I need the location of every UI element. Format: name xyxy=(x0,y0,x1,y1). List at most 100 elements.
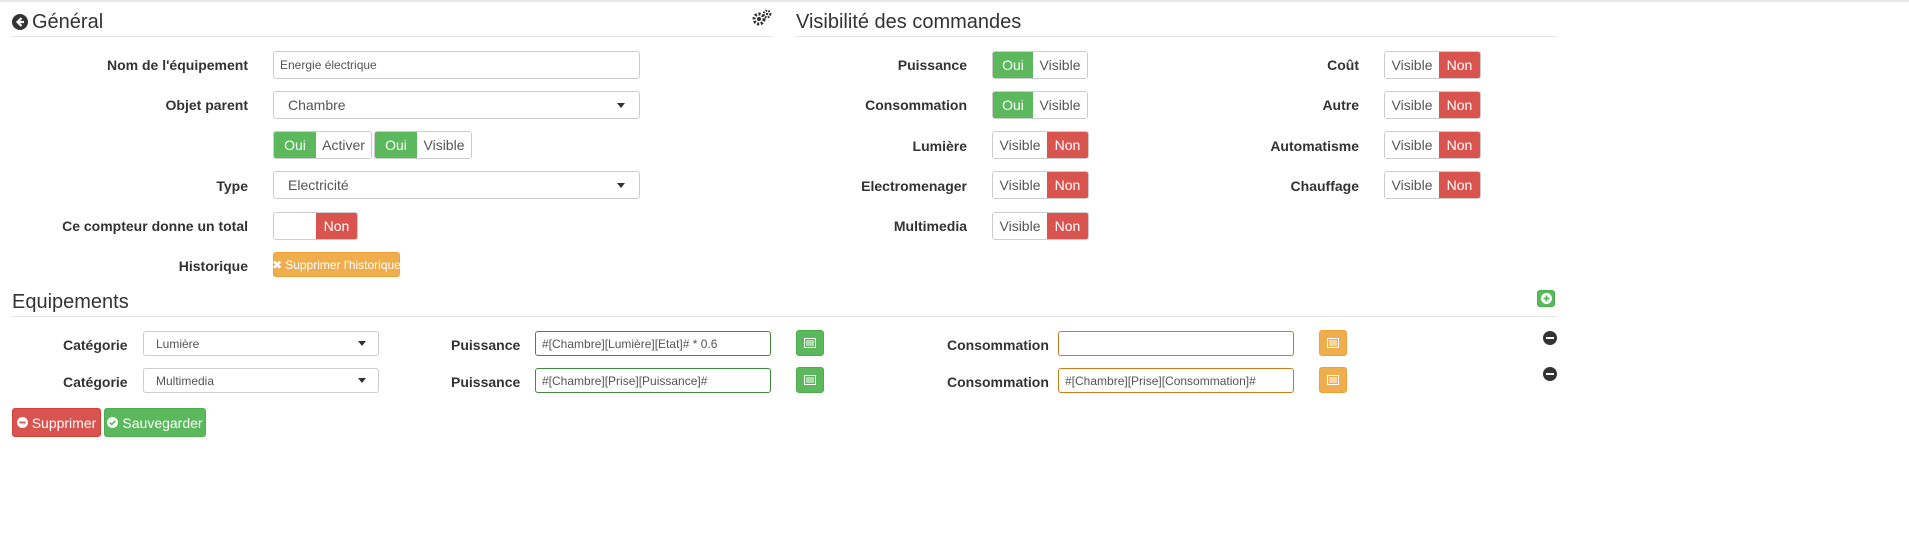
visibilite-divider xyxy=(796,36,1556,37)
row2-puissance-input[interactable]: #[Chambre][Prise][Puissance]# xyxy=(535,368,771,393)
list-alt-icon xyxy=(804,375,816,385)
row2-categorie-label: Catégorie xyxy=(63,374,128,390)
vis-cout-toggle[interactable]: Visible Non xyxy=(1384,51,1481,79)
row2-conso-label: Consommation xyxy=(947,374,1049,390)
row2-conso-list-button[interactable] xyxy=(1319,367,1347,393)
row2-puissance-label: Puissance xyxy=(451,374,521,390)
vis-lumiere-label: Lumière xyxy=(912,138,967,154)
vis-consommation-on[interactable]: Oui xyxy=(993,92,1033,118)
historique-label: Historique xyxy=(178,258,248,274)
vis-autre-visible[interactable]: Visible xyxy=(1385,92,1439,118)
vis-autre-toggle[interactable]: Visible Non xyxy=(1384,91,1481,119)
vis-multimedia-toggle[interactable]: Visible Non xyxy=(992,212,1089,240)
sauvegarder-label: Sauvegarder xyxy=(122,414,203,431)
sauvegarder-button[interactable]: Sauvegarder xyxy=(104,408,206,437)
compteur-off[interactable]: Non xyxy=(316,213,357,239)
caret-down-icon xyxy=(358,341,366,346)
type-select[interactable]: Electricité xyxy=(273,171,640,199)
top-border xyxy=(0,0,1909,2)
compteur-label: Ce compteur donne un total xyxy=(62,218,248,234)
caret-down-icon xyxy=(358,378,366,383)
row2-conso-input[interactable]: #[Chambre][Prise][Consommation]# xyxy=(1058,368,1294,393)
row2-puissance-list-button[interactable] xyxy=(796,367,824,393)
vis-puissance-toggle[interactable]: Oui Visible xyxy=(992,51,1088,79)
list-alt-icon xyxy=(1327,375,1339,385)
row2-categorie-select[interactable]: Multimedia xyxy=(143,368,379,393)
general-divider xyxy=(12,36,772,37)
nom-input[interactable]: Energie électrique xyxy=(273,51,640,79)
gears-icon[interactable] xyxy=(752,9,772,30)
supprimer-historique-label: Supprimer l'historique xyxy=(285,257,401,272)
vis-electromenager-visible[interactable]: Visible xyxy=(993,172,1047,198)
vis-automatisme-toggle[interactable]: Visible Non xyxy=(1384,131,1481,159)
supprimer-button[interactable]: Supprimer xyxy=(12,408,101,437)
visible-label[interactable]: Visible xyxy=(417,132,471,158)
row1-puissance-list-button[interactable] xyxy=(796,330,824,356)
row2-categorie-value: Multimedia xyxy=(156,373,215,388)
visible-on[interactable]: Oui xyxy=(375,132,417,158)
vis-cout-visible[interactable]: Visible xyxy=(1385,52,1439,78)
objet-select[interactable]: Chambre xyxy=(273,91,640,119)
add-equipement-button[interactable] xyxy=(1537,290,1555,307)
vis-chauffage-visible[interactable]: Visible xyxy=(1385,172,1439,198)
row1-categorie-select[interactable]: Lumière xyxy=(143,331,379,356)
vis-lumiere-visible[interactable]: Visible xyxy=(993,132,1047,158)
equipements-divider xyxy=(12,316,1556,317)
visibilite-header: Visibilité des commandes xyxy=(796,10,1021,34)
nom-label: Nom de l'équipement xyxy=(106,57,248,73)
vis-multimedia-visible[interactable]: Visible xyxy=(993,213,1047,239)
vis-electromenager-toggle[interactable]: Visible Non xyxy=(992,171,1089,199)
type-label: Type xyxy=(216,178,248,194)
vis-lumiere-toggle[interactable]: Visible Non xyxy=(992,131,1089,159)
row1-conso-list-button[interactable] xyxy=(1319,330,1347,356)
row1-conso-label: Consommation xyxy=(947,337,1049,353)
activer-on[interactable]: Oui xyxy=(274,132,316,158)
minus-circle-icon[interactable] xyxy=(1543,367,1557,381)
vis-puissance-visible[interactable]: Visible xyxy=(1033,52,1087,78)
list-alt-icon xyxy=(1327,338,1339,348)
vis-puissance-label: Puissance xyxy=(897,57,967,73)
supprimer-label: Supprimer xyxy=(31,414,97,431)
vis-consommation-visible[interactable]: Visible xyxy=(1033,92,1087,118)
visibilite-title: Visibilité des commandes xyxy=(796,10,1022,33)
row1-conso-input[interactable] xyxy=(1058,331,1294,356)
arrow-circle-left-icon[interactable] xyxy=(12,14,28,30)
vis-chauffage-off[interactable]: Non xyxy=(1439,172,1480,198)
caret-down-icon xyxy=(617,182,625,188)
activer-toggle[interactable]: Oui Activer xyxy=(273,131,372,159)
vis-puissance-on[interactable]: Oui xyxy=(993,52,1033,78)
row1-categorie-label: Catégorie xyxy=(63,337,128,353)
vis-chauffage-label: Chauffage xyxy=(1290,178,1359,194)
compteur-toggle[interactable]: Non xyxy=(273,212,358,240)
row1-puissance-label: Puissance xyxy=(451,337,521,353)
equipements-header: Equipements xyxy=(12,290,129,314)
equipements-title: Equipements xyxy=(12,290,129,313)
vis-chauffage-toggle[interactable]: Visible Non xyxy=(1384,171,1481,199)
vis-autre-label: Autre xyxy=(1322,97,1359,113)
check-circle-icon xyxy=(107,417,119,428)
vis-multimedia-off[interactable]: Non xyxy=(1047,213,1088,239)
vis-automatisme-visible[interactable]: Visible xyxy=(1385,132,1439,158)
minus-circle-icon[interactable] xyxy=(1543,331,1557,345)
times-icon: ✖ xyxy=(272,257,283,272)
caret-down-icon xyxy=(617,102,625,108)
compteur-blank[interactable] xyxy=(274,213,316,239)
row1-puissance-input[interactable]: #[Chambre][Lumière][Etat]# * 0.6 xyxy=(535,331,771,356)
vis-lumiere-off[interactable]: Non xyxy=(1047,132,1088,158)
vis-automatisme-label: Automatisme xyxy=(1270,138,1359,154)
vis-autre-off[interactable]: Non xyxy=(1439,92,1480,118)
vis-consommation-label: Consommation xyxy=(865,97,967,113)
supprimer-historique-button[interactable]: ✖ Supprimer l'historique xyxy=(272,252,401,277)
type-select-value: Electricité xyxy=(288,177,349,193)
visible-toggle[interactable]: Oui Visible xyxy=(374,131,472,159)
vis-cout-label: Coût xyxy=(1327,57,1359,73)
activer-label[interactable]: Activer xyxy=(316,132,371,158)
plus-circle-icon xyxy=(1540,293,1552,304)
row1-categorie-value: Lumière xyxy=(156,336,200,351)
vis-consommation-toggle[interactable]: Oui Visible xyxy=(992,91,1088,119)
vis-electromenager-off[interactable]: Non xyxy=(1047,172,1088,198)
vis-cout-off[interactable]: Non xyxy=(1439,52,1480,78)
objet-select-value: Chambre xyxy=(288,97,346,113)
vis-automatisme-off[interactable]: Non xyxy=(1439,132,1480,158)
list-alt-icon xyxy=(804,338,816,348)
